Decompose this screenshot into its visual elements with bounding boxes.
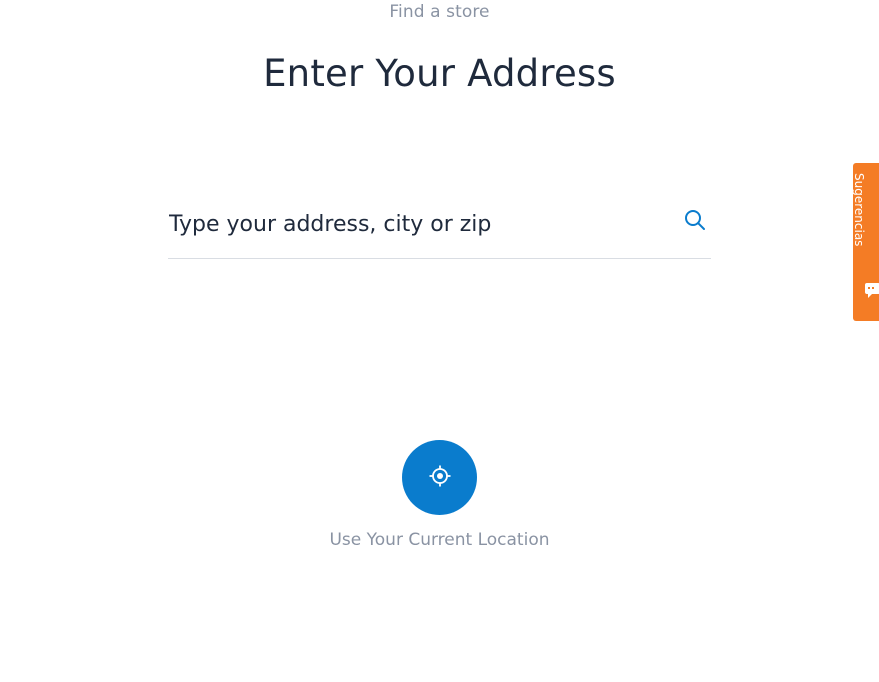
address-search-bar bbox=[168, 196, 711, 259]
feedback-tab-label: Sugerencias bbox=[853, 173, 866, 247]
search-icon[interactable] bbox=[683, 208, 707, 232]
page-eyebrow: Find a store bbox=[389, 2, 490, 22]
crosshair-icon bbox=[428, 464, 452, 492]
address-search-input[interactable] bbox=[169, 204, 659, 244]
use-current-location-button[interactable] bbox=[402, 440, 477, 515]
store-finder-page: Find a store Enter Your Address Use Your… bbox=[0, 0, 879, 682]
chat-icon bbox=[864, 281, 879, 299]
page-title: Enter Your Address bbox=[263, 52, 616, 95]
use-current-location-label[interactable]: Use Your Current Location bbox=[0, 530, 879, 550]
feedback-tab[interactable]: Sugerencias bbox=[853, 163, 879, 321]
